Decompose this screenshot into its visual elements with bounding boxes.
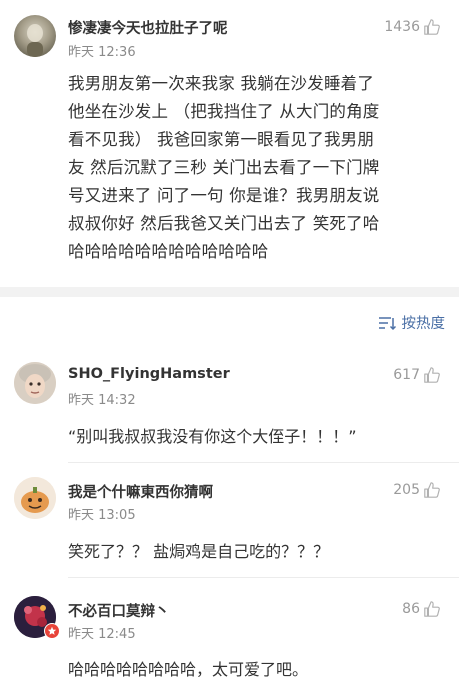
post-like-button[interactable]: 1436 [384,18,441,36]
comment-author-name[interactable]: 我是个什嘛東西你猜啊 [68,481,213,502]
comment-text: 笑死了？？ 盐焗鸡是自己吃的？？？ [68,542,330,561]
comment-separator [68,577,459,578]
original-post: 惨凄凄今天也拉肚子了呢 昨天 12:36 1436 我男朋友第一次来我家 我躺在… [0,0,459,287]
comment-author-name[interactable]: SHO_FlyingHamster [68,366,230,382]
comment-time: 昨天 13:05 [68,508,136,523]
post-line: 哈哈哈哈哈哈哈哈哈哈哈哈 [68,242,269,261]
comment-like-button[interactable]: 205 [393,481,441,499]
comment-like-count: 86 [402,601,420,617]
thumbs-up-icon [424,367,440,383]
post-like-count: 1436 [384,19,420,35]
post-line: 看不见我） 我爸回家第一眼看见了我男朋 [68,130,375,149]
comment-like-count: 205 [393,482,420,498]
sort-label: 按热度 [401,316,446,332]
section-divider [0,287,459,297]
post-author-name[interactable]: 惨凄凄今天也拉肚子了呢 [68,17,228,38]
comment-avatar[interactable] [14,477,56,519]
comment-like-count: 617 [393,367,420,383]
thumbs-up-icon [424,19,440,35]
comment-text: “别叫我叔叔我没有你这个大侄子！！！” [68,427,357,446]
post-line: 他坐在沙发上 （把我挡住了 从大门的角度 [68,102,380,121]
comment-author-name[interactable]: 不必百口莫辩丶 [68,600,170,621]
post-body: 我男朋友第一次来我家 我躺在沙发睡着了 他坐在沙发上 （把我挡住了 从大门的角度… [68,70,448,266]
comment-text: 哈哈哈哈哈哈哈哈，太可爱了吧。 [68,660,309,679]
comment-separator [68,462,459,463]
sort-icon [378,316,396,330]
star-icon [47,626,57,635]
sort-bar: 按热度 [0,297,459,347]
post-author-avatar[interactable] [14,15,56,57]
thumbs-up-icon [424,601,440,617]
post-line: 号又进来了 问了一句 你是谁？我男朋友说 [68,186,380,205]
post-time: 昨天 12:36 [68,45,136,60]
comment-time: 昨天 12:45 [68,627,136,642]
comment-avatar[interactable] [14,362,56,404]
verified-badge [44,623,60,639]
comment-like-button[interactable]: 86 [402,600,441,618]
thumbs-up-icon [424,482,440,498]
comment-like-button[interactable]: 617 [393,366,441,384]
post-line: 叔叔你好 然后我爸又关门出去了 笑死了哈 [68,214,380,233]
sort-by-hot-button[interactable]: 按热度 [378,312,446,333]
comment-time: 昨天 14:32 [68,393,136,408]
post-line: 友 然后沉默了三秒 关门出去看了一下门牌 [68,158,380,177]
post-line: 我男朋友第一次来我家 我躺在沙发睡着了 [68,74,375,93]
